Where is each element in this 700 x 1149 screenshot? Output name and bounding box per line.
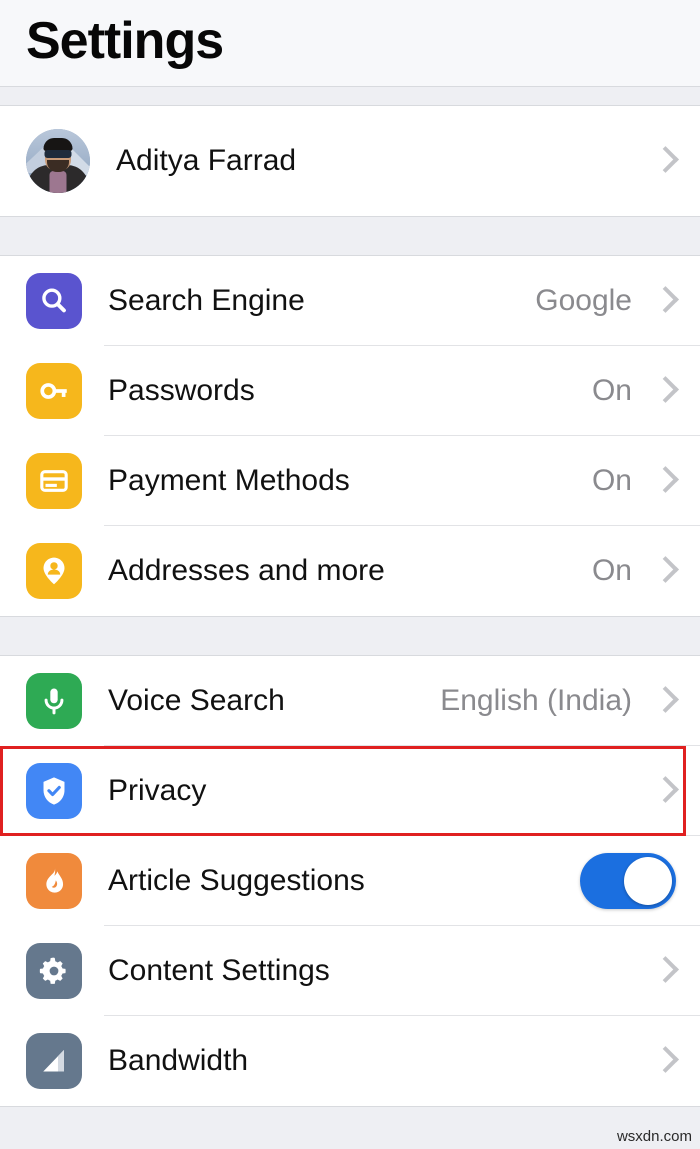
row-label: Article Suggestions: [108, 864, 365, 897]
search-icon: [26, 273, 82, 329]
section-divider-middle-1: [0, 216, 700, 256]
row-payment-methods[interactable]: Payment Methods On: [0, 436, 700, 526]
row-value: On: [591, 374, 632, 407]
chevron-right-icon: [654, 283, 676, 319]
row-label: Bandwidth: [108, 1044, 249, 1077]
page-header: Settings: [0, 0, 700, 86]
row-value: Google: [535, 284, 632, 317]
chevron-right-icon: [654, 773, 676, 809]
row-label: Search Engine: [108, 284, 305, 317]
section-divider-bottom: wsxdn.com: [0, 1106, 700, 1149]
row-privacy[interactable]: Privacy: [0, 746, 700, 836]
toggle-knob: [624, 857, 672, 905]
row-bandwidth[interactable]: Bandwidth: [0, 1016, 700, 1106]
row-label: Payment Methods: [108, 464, 350, 497]
credit-card-icon: [26, 453, 82, 509]
privacy-highlight-wrapper: Privacy: [0, 746, 700, 836]
key-icon: [26, 363, 82, 419]
chevron-right-icon: [654, 553, 676, 589]
section-divider-top: [0, 86, 700, 106]
section-divider-middle-2: [0, 616, 700, 656]
avatar: [26, 129, 90, 193]
row-value: English (India): [440, 684, 632, 717]
row-passwords[interactable]: Passwords On: [0, 346, 700, 436]
chevron-right-icon: [654, 1043, 676, 1079]
row-article-suggestions[interactable]: Article Suggestions: [0, 836, 700, 926]
row-addresses-and-more[interactable]: Addresses and more On: [0, 526, 700, 616]
chevron-right-icon: [654, 953, 676, 989]
chevron-right-icon: [654, 373, 676, 409]
watermark: wsxdn.com: [616, 1128, 692, 1145]
article-suggestions-toggle[interactable]: [580, 853, 676, 909]
browser-group: Voice Search English (India) Privacy Art…: [0, 656, 700, 1106]
row-label: Privacy: [108, 774, 207, 807]
row-search-engine[interactable]: Search Engine Google: [0, 256, 700, 346]
row-value: On: [591, 554, 632, 587]
location-person-pin-icon: [26, 543, 82, 599]
gear-icon: [26, 943, 82, 999]
row-label: Voice Search: [108, 684, 285, 717]
profile-name: Aditya Farrad: [116, 144, 297, 177]
page-title: Settings: [26, 12, 224, 70]
row-content-settings[interactable]: Content Settings: [0, 926, 700, 1016]
profile-row[interactable]: Aditya Farrad: [0, 106, 700, 216]
row-voice-search[interactable]: Voice Search English (India): [0, 656, 700, 746]
row-label: Content Settings: [108, 954, 330, 987]
flame-icon: [26, 853, 82, 909]
shield-check-icon: [26, 763, 82, 819]
row-label: Addresses and more: [108, 554, 385, 587]
account-group: Search Engine Google Passwords On Paymen…: [0, 256, 700, 616]
profile-group: Aditya Farrad: [0, 106, 700, 216]
chevron-right-icon: [654, 463, 676, 499]
row-label: Passwords: [108, 374, 255, 407]
chevron-right-icon: [654, 143, 676, 179]
row-value: On: [591, 464, 632, 497]
signal-bars-icon: [26, 1033, 82, 1089]
chevron-right-icon: [654, 683, 676, 719]
microphone-icon: [26, 673, 82, 729]
